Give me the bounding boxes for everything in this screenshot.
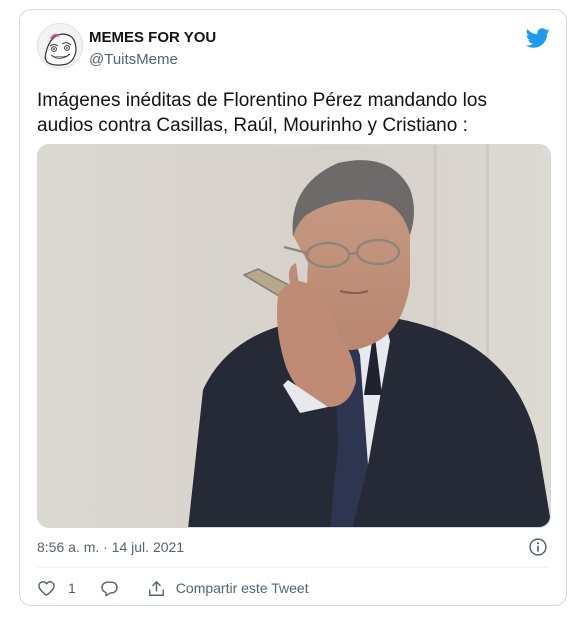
info-icon[interactable]: [528, 537, 548, 557]
share-label: Compartir este Tweet: [175, 580, 309, 596]
tweet-actions: 1 Compartir este Tweet: [37, 576, 309, 600]
divider: [37, 567, 549, 568]
author-name[interactable]: MEMES FOR YOU: [89, 29, 216, 46]
reply-button[interactable]: [100, 579, 119, 598]
reply-bubble-icon: [101, 580, 118, 596]
share-button[interactable]: Compartir este Tweet: [147, 579, 309, 598]
avatar[interactable]: [37, 23, 83, 69]
tweet-timestamp[interactable]: 8:56 a. m. · 14 jul. 2021: [37, 539, 184, 555]
tweet-photo[interactable]: [37, 144, 551, 528]
twitter-bird-icon[interactable]: [526, 26, 550, 50]
like-button[interactable]: 1: [37, 579, 76, 598]
share-icon: [148, 580, 164, 596]
author-handle[interactable]: @TuitsMeme: [89, 51, 178, 68]
like-count: 1: [68, 580, 76, 596]
tweet-card: MEMES FOR YOU @TuitsMeme Imágenes inédit…: [19, 9, 567, 606]
heart-icon: [38, 580, 55, 596]
tweet-text: Imágenes inéditas de Florentino Pérez ma…: [37, 90, 487, 136]
